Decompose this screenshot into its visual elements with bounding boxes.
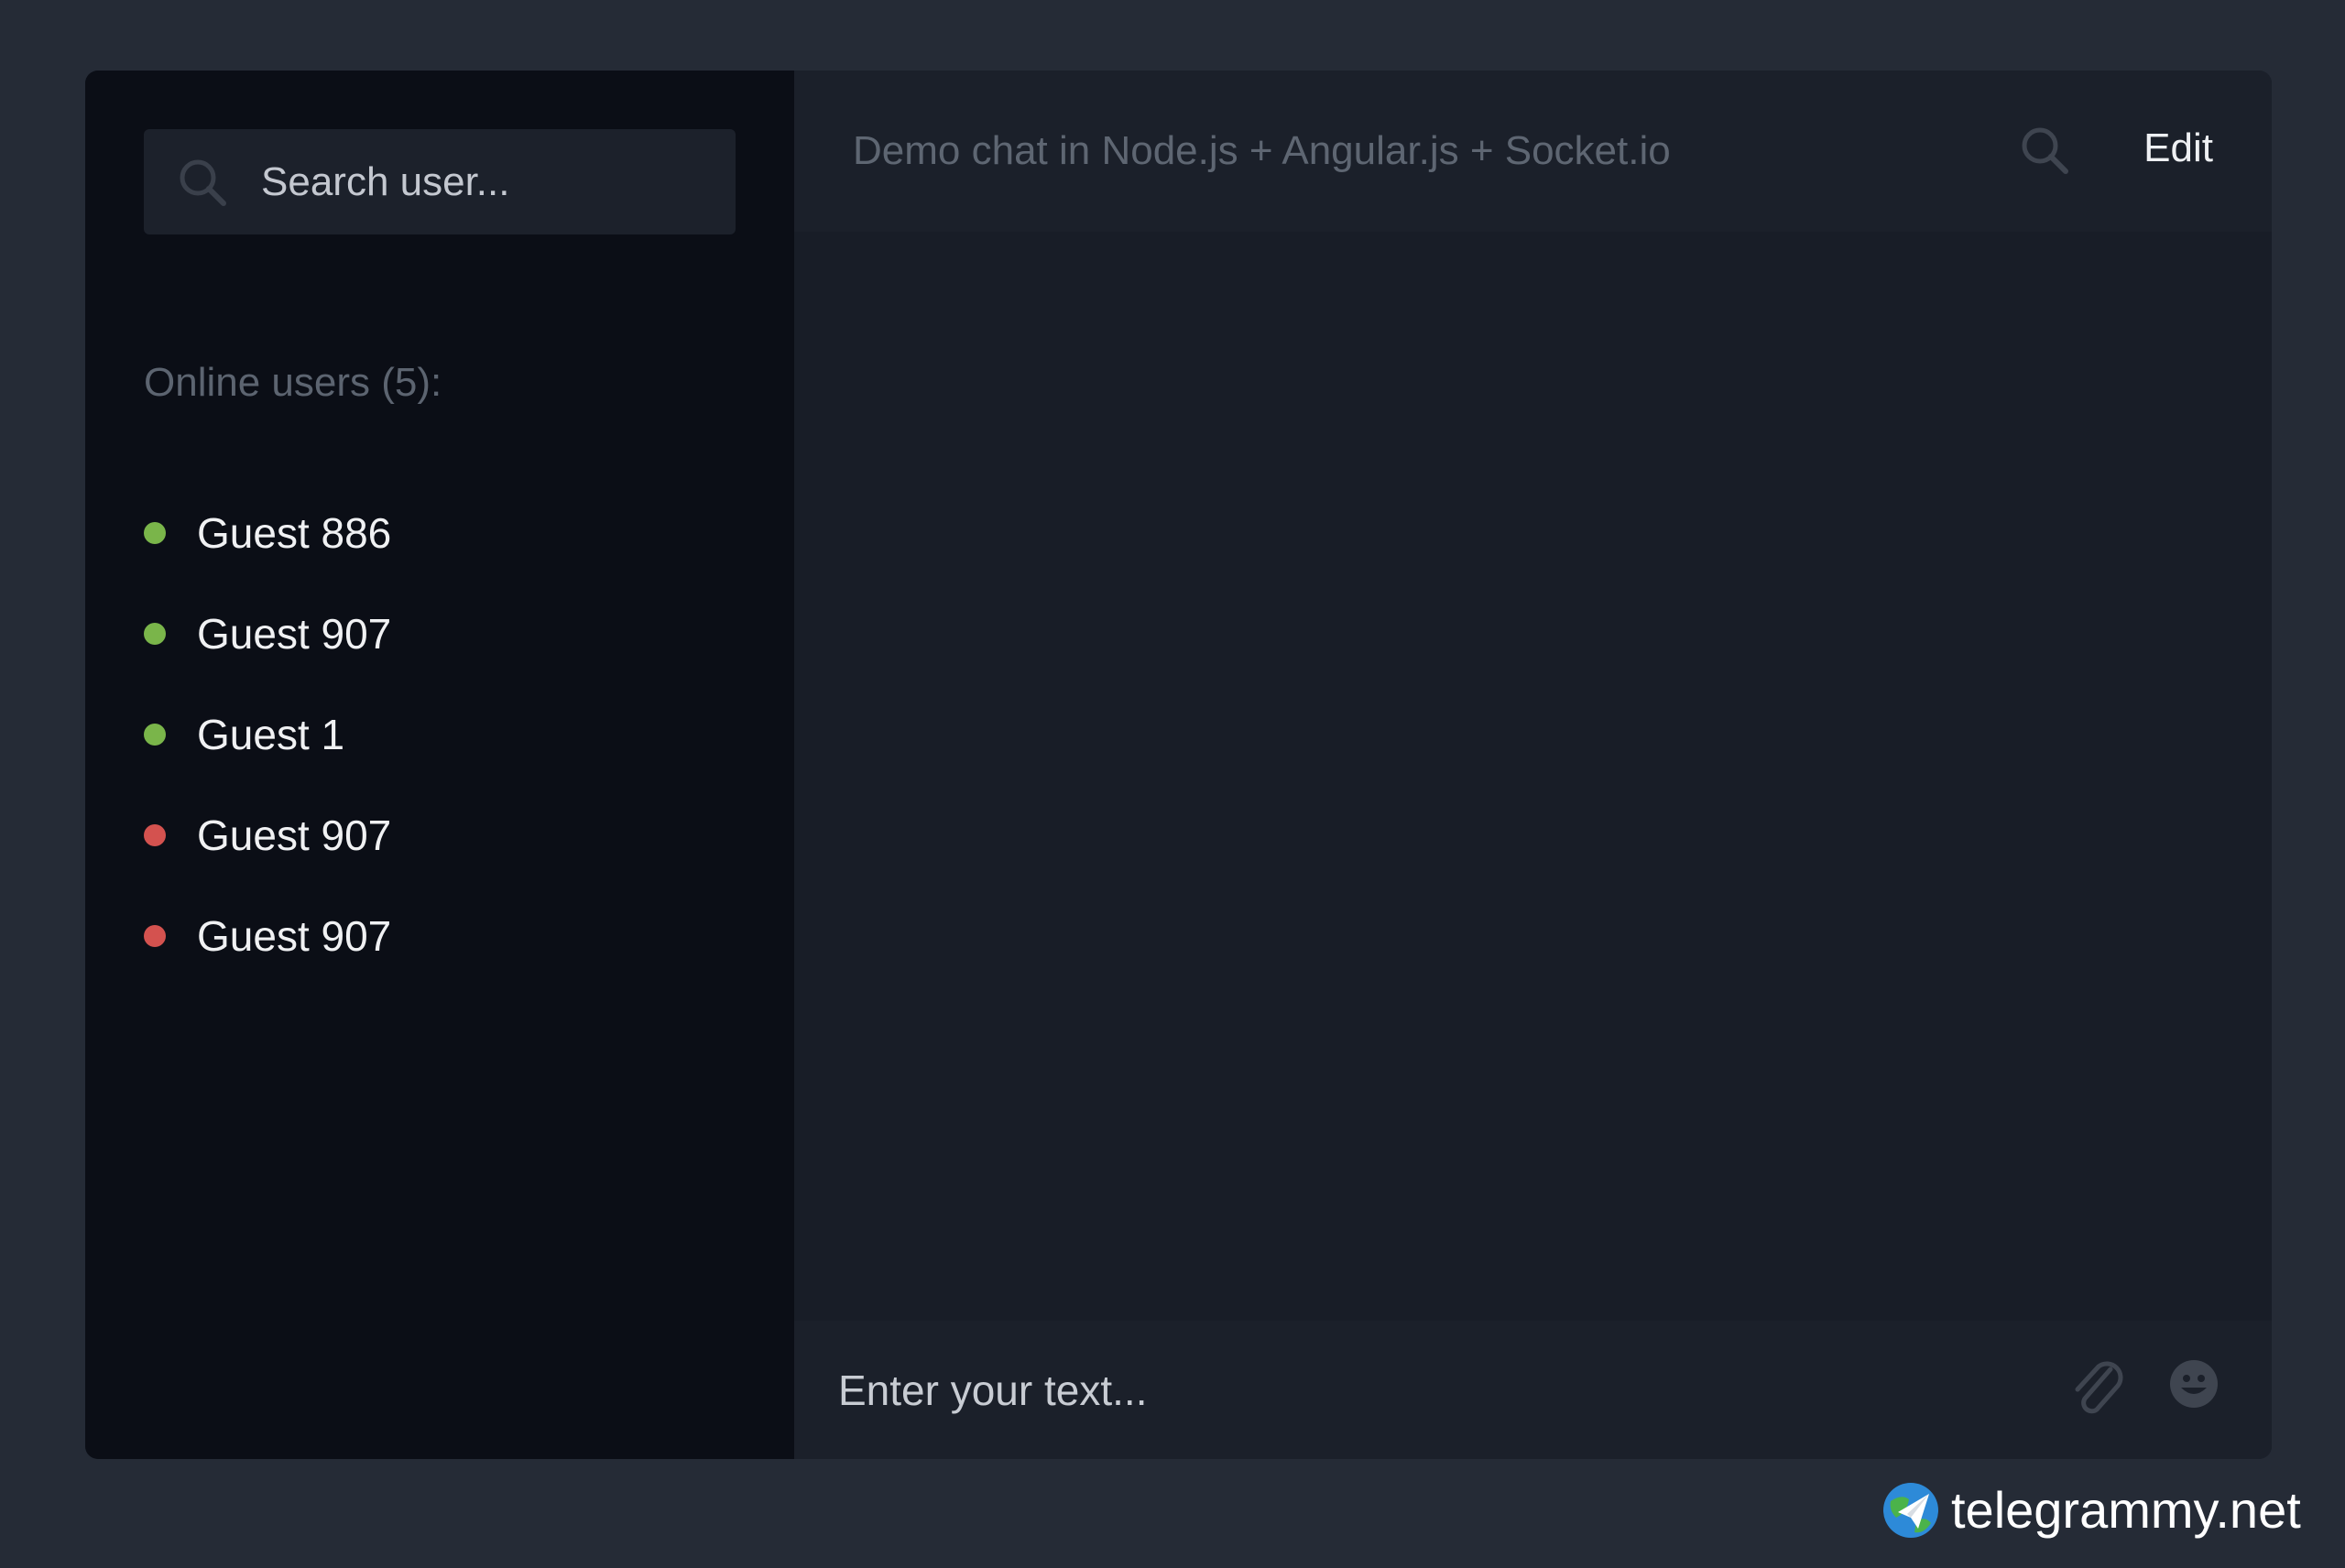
- message-input[interactable]: [838, 1365, 1937, 1415]
- sidebar: Online users (5): Guest 886 Guest 907 Gu…: [85, 71, 794, 1459]
- paperclip-icon[interactable]: [2066, 1354, 2130, 1423]
- user-list-item[interactable]: Guest 1: [144, 684, 391, 785]
- online-user-list: Guest 886 Guest 907 Guest 1 Guest 907 Gu…: [144, 483, 391, 986]
- user-name: Guest 907: [197, 811, 392, 859]
- online-users-heading: Online users (5):: [144, 360, 442, 405]
- message-area: [794, 232, 2272, 1321]
- user-name: Guest 1: [197, 711, 345, 758]
- search-icon: [175, 155, 230, 210]
- message-composer: [794, 1321, 2272, 1459]
- edit-button[interactable]: Edit: [2143, 125, 2213, 171]
- chat-main: Demo chat in Node.js + Angular.js + Sock…: [794, 71, 2272, 1459]
- watermark: telegrammy.net: [1881, 1480, 2301, 1540]
- chat-title: Demo chat in Node.js + Angular.js + Sock…: [853, 128, 1671, 173]
- search-icon[interactable]: [2012, 118, 2077, 182]
- offline-status-dot: [144, 925, 166, 947]
- chat-window: Online users (5): Guest 886 Guest 907 Gu…: [85, 71, 2272, 1459]
- user-list-item[interactable]: Guest 907: [144, 583, 391, 684]
- user-search-box[interactable]: [144, 129, 736, 234]
- user-list-item[interactable]: Guest 907: [144, 886, 391, 986]
- online-status-dot: [144, 522, 166, 544]
- chat-header: Demo chat in Node.js + Angular.js + Sock…: [794, 71, 2272, 232]
- offline-status-dot: [144, 824, 166, 846]
- watermark-text: telegrammy.net: [1951, 1481, 2301, 1539]
- user-search-input[interactable]: [261, 158, 701, 205]
- smiley-icon[interactable]: [2165, 1356, 2222, 1412]
- user-list-item[interactable]: Guest 907: [144, 785, 391, 886]
- user-name: Guest 907: [197, 610, 392, 658]
- telegrammy-logo-icon: [1881, 1481, 1940, 1540]
- user-name: Guest 886: [197, 509, 392, 557]
- online-status-dot: [144, 724, 166, 746]
- user-name: Guest 907: [197, 912, 392, 960]
- online-status-dot: [144, 623, 166, 645]
- user-list-item[interactable]: Guest 886: [144, 483, 391, 583]
